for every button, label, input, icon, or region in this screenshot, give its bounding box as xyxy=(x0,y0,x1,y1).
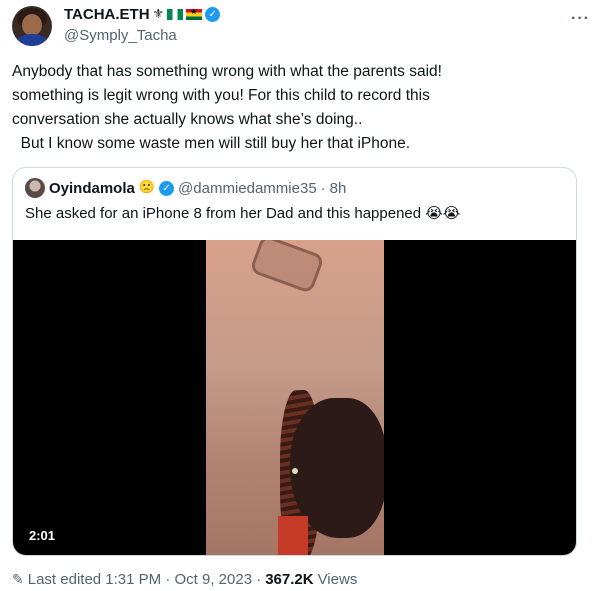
quoted-tweet[interactable]: Oyindamola 🙁 ✓ @dammiedammie35 · 8h She … xyxy=(12,167,577,556)
author-name-row[interactable]: TACHA.ETH ⚜ ✓ xyxy=(64,6,221,23)
fleur-de-lis-icon: ⚜ xyxy=(152,6,165,22)
tweet-line: something is legit wrong with you! For t… xyxy=(12,87,430,104)
car-handle-shape xyxy=(249,240,325,295)
quoted-tweet-text: She asked for an iPhone 8 from her Dad a… xyxy=(25,205,461,222)
tweet-line: conversation she actually knows what she… xyxy=(12,111,363,128)
tweet-line: Anybody that has something wrong with wh… xyxy=(12,63,442,80)
quoted-tweet-header: Oyindamola 🙁 ✓ @dammiedammie35 · 8h xyxy=(25,178,346,198)
author-avatar[interactable] xyxy=(12,6,52,46)
views-count: 367.2K xyxy=(265,571,314,588)
author-name[interactable]: TACHA.ETH xyxy=(64,6,150,23)
ghana-flag-icon xyxy=(186,7,203,20)
earring-shape xyxy=(292,468,298,474)
author-handle[interactable]: @Symply_Tacha xyxy=(64,27,177,44)
video-frame xyxy=(206,240,384,555)
views-label: Views xyxy=(317,571,358,588)
quoted-author-avatar[interactable] xyxy=(25,178,45,198)
frown-emoji-icon: 🙁 xyxy=(138,180,156,195)
avatar-face xyxy=(22,14,42,36)
quoted-author-name[interactable]: Oyindamola xyxy=(49,180,135,197)
video-duration: 2:01 xyxy=(29,528,56,543)
tweet-footer: ✎ Last edited 1:31 PM · Oct 9, 2023 · 36… xyxy=(12,571,357,588)
shirt-shape xyxy=(278,516,308,555)
tweet-text: Anybody that has something wrong with wh… xyxy=(12,60,572,156)
separator-dot: · xyxy=(320,179,326,197)
verified-badge-icon[interactable]: ✓ xyxy=(159,180,175,196)
more-options-icon[interactable]: ··· xyxy=(571,10,590,28)
tweet-line: But I know some waste men will still buy… xyxy=(12,135,411,152)
quoted-author-handle[interactable]: @dammiedammie35 xyxy=(178,180,317,197)
edited-timestamp[interactable]: Last edited 1:31 PM · Oct 9, 2023 · xyxy=(28,571,261,588)
video-player[interactable]: 2:01 xyxy=(13,240,576,555)
verified-badge-icon[interactable]: ✓ xyxy=(205,7,221,22)
nigeria-flag-icon xyxy=(167,9,184,20)
quoted-timestamp[interactable]: 8h xyxy=(330,180,347,197)
tweet-header: TACHA.ETH ⚜ ✓ @Symply_Tacha ··· xyxy=(12,4,592,48)
avatar-dress xyxy=(16,34,48,46)
edit-pencil-icon[interactable]: ✎ xyxy=(12,572,24,588)
